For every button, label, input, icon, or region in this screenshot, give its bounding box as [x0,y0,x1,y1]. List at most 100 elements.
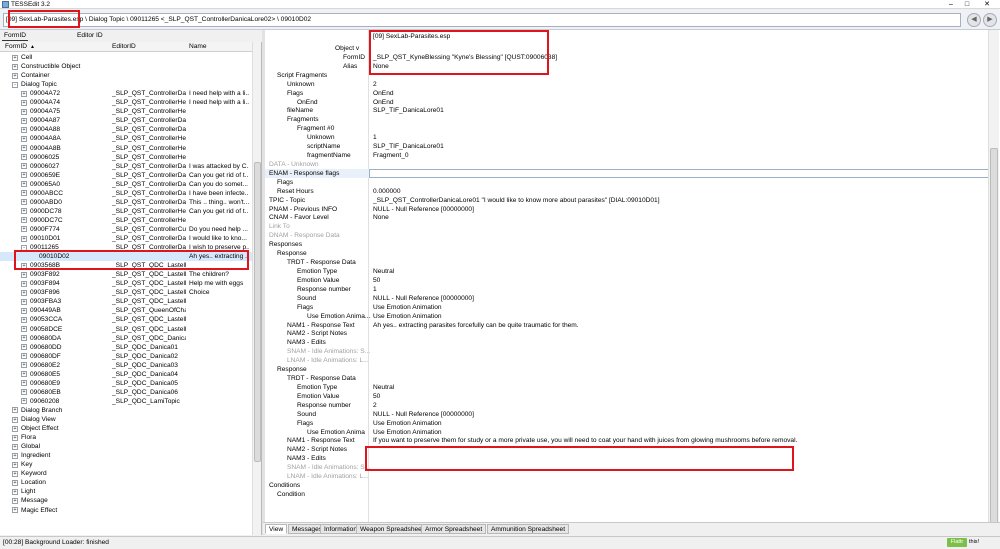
tree-row[interactable]: +0900ABCC _SLP_QST_ControllerDa... I have … [0,189,252,198]
tree-row[interactable]: +09004A8B _SLP_QST_ControllerHealersCureS… [0,144,252,153]
tree-row[interactable]: +09006027 _SLP_QST_ControllerDa... I was a… [0,162,252,171]
record-field-row[interactable]: Emotion Value 50 [265,276,992,285]
tree-row[interactable]: +090680DF _SLP_QDC_Danica02 [0,352,252,361]
expand-icon[interactable]: + [21,316,27,323]
expand-icon[interactable]: + [21,380,27,387]
expand-icon[interactable]: + [12,407,18,414]
expand-icon[interactable]: + [21,371,27,378]
expand-icon[interactable]: + [21,135,27,142]
expand-icon[interactable]: + [12,479,18,486]
record-field-row[interactable]: Flags Use Emotion Animation [265,419,992,428]
maximize-button[interactable]: □ [960,0,974,9]
tree-row[interactable]: +090065A0 _SLP_QST_ControllerDa... Can you… [0,180,252,189]
tree-row[interactable]: +090680E2 _SLP_QDC_Danica03 [0,361,252,370]
tree-row[interactable]: + Ingredient [0,451,252,460]
record-field-row[interactable]: DATA - Unknown [265,160,992,169]
tree-row[interactable]: +09006025 _SLP_QST_ControllerHealersCureC… [0,153,252,162]
record-field-row[interactable]: Flags OnEnd [265,89,992,98]
expand-icon[interactable]: + [12,461,18,468]
tab-ammunition-spreadsheet[interactable]: Ammunition Spreadsheet [487,524,570,534]
tab-information[interactable]: Information [320,524,361,534]
record-field-row[interactable]: Response [265,365,992,374]
tab-armor-spreadsheet[interactable]: Armor Spreadsheet [421,524,487,534]
tree-row[interactable]: +090680DA _SLP_QST_QDC_DanicaTasksTopic [0,334,252,343]
record-field-row[interactable]: TPIC - Topic _SLP_QST_ControllerDanicaLor… [265,196,992,205]
tree-row[interactable]: + Key [0,460,252,469]
expand-icon[interactable]: + [21,126,27,133]
tree-row[interactable]: +0900659E _SLP_QST_ControllerDa... Can you… [0,171,252,180]
expand-icon[interactable]: + [12,434,18,441]
tree-row[interactable]: + Keyword [0,469,252,478]
record-field-row[interactable]: Flags Use Emotion Animation [265,303,992,312]
flattr-button[interactable]: Flattr [947,538,967,547]
tab-weapon-spreadsheet[interactable]: Weapon Spreadsheet [356,524,428,534]
tree-row[interactable]: +09004A74 _SLP_QST_ControllerHe... I need … [0,98,252,107]
collapse-icon[interactable]: - [12,81,18,88]
tab-editor-id[interactable]: Editor ID [75,31,105,41]
expand-icon[interactable]: + [12,497,18,504]
record-field-row[interactable]: CNAM - Favor Level None [265,213,992,222]
record-field-row[interactable]: OnEnd OnEnd [265,98,992,107]
close-button[interactable]: ✕ [976,0,998,9]
tree-row[interactable]: +0900DC7C _SLP_QST_ControllerHealersCureB… [0,216,252,225]
expand-icon[interactable]: + [12,54,18,61]
right-scrollbar-thumb[interactable] [990,148,998,528]
expand-icon[interactable]: + [21,190,27,197]
record-field-row[interactable]: NAM2 - Script Notes [265,329,992,338]
tree-row[interactable]: +09004A75 _SLP_QST_ControllerHello [0,107,252,116]
record-field-row[interactable]: Responses [265,240,992,249]
flattr-this-link[interactable]: this! [969,538,979,547]
record-field-row[interactable]: Use Emotion Anima Use Emotion Animation [265,428,992,437]
tree-row[interactable]: + Object Effect [0,424,252,433]
expand-icon[interactable]: + [12,63,18,70]
expand-icon[interactable]: + [21,217,27,224]
tree-row[interactable]: +0903F896 _SLP_QST_QDC_LastelleDa...Choic… [0,288,252,297]
tree-row[interactable]: + Light [0,487,252,496]
tree-row[interactable]: +09004A72 _SLP_QST_ControllerDa... I need … [0,89,252,98]
tree-row[interactable]: +09010D01 _SLP_QST_ControllerDa... I would… [0,234,252,243]
record-field-row[interactable]: Emotion Type Neutral [265,267,992,276]
expand-icon[interactable]: + [21,99,27,106]
record-field-row[interactable]: PNAM - Previous INFO NULL - Null Referenc… [265,205,992,214]
record-field-row[interactable]: ENAM - Response flags [265,168,992,178]
expand-icon[interactable]: + [21,289,27,296]
record-field-row[interactable]: DNAM - Response Data [265,231,992,240]
expand-icon[interactable]: + [21,154,27,161]
expand-icon[interactable]: + [21,335,27,342]
expand-icon[interactable]: + [21,353,27,360]
expand-icon[interactable]: + [21,398,27,405]
expand-icon[interactable]: + [21,326,27,332]
record-field-row[interactable]: Response [265,249,992,258]
tree-row[interactable]: +09004A87 _SLP_QST_ControllerDanicaCureSp… [0,116,252,125]
record-field-row[interactable]: fileName SLP_TIF_DanicaLore01 [265,106,992,115]
tree-row[interactable]: + Flora [0,433,252,442]
expand-icon[interactable]: + [21,181,27,188]
record-field-row[interactable]: LNAM - Idle Animations: L... [265,356,992,365]
record-field-row[interactable]: TRDT - Response Data [265,374,992,383]
tree-row[interactable]: +09004A8A _SLP_QST_ControllerHealersCureS… [0,134,252,143]
tree-row[interactable]: +090680EB _SLP_QDC_Danica06 [0,388,252,397]
record-field-row[interactable]: LNAM - Idle Animations: L... [265,472,992,481]
tree-row[interactable]: +090680E9 _SLP_QDC_Danica05 [0,379,252,388]
tree-row[interactable]: + Global [0,442,252,451]
expand-icon[interactable]: + [21,226,27,233]
expand-icon[interactable]: + [12,416,18,423]
record-field-row[interactable]: TRDT - Response Data [265,258,992,267]
expand-icon[interactable]: + [21,145,27,151]
expand-icon[interactable]: + [21,280,27,287]
record-field-row[interactable]: Condition [265,490,992,499]
expand-icon[interactable]: + [21,163,27,170]
record-field-row[interactable]: NAM3 - Edits [265,338,992,347]
expand-icon[interactable]: + [21,117,27,124]
tree-row[interactable]: - Dialog Topic [0,80,252,89]
expand-icon[interactable]: + [21,199,27,206]
expand-icon[interactable]: + [21,307,27,314]
expand-icon[interactable]: + [21,298,27,305]
expand-icon[interactable]: + [12,488,18,495]
expand-icon[interactable]: + [12,443,18,450]
tree-row[interactable]: + Magic Effect [0,506,252,515]
expand-icon[interactable]: + [21,389,27,396]
expand-icon[interactable]: + [21,271,27,278]
expand-icon[interactable]: + [12,72,18,79]
tree-row[interactable]: + Constructible Object [0,62,252,71]
